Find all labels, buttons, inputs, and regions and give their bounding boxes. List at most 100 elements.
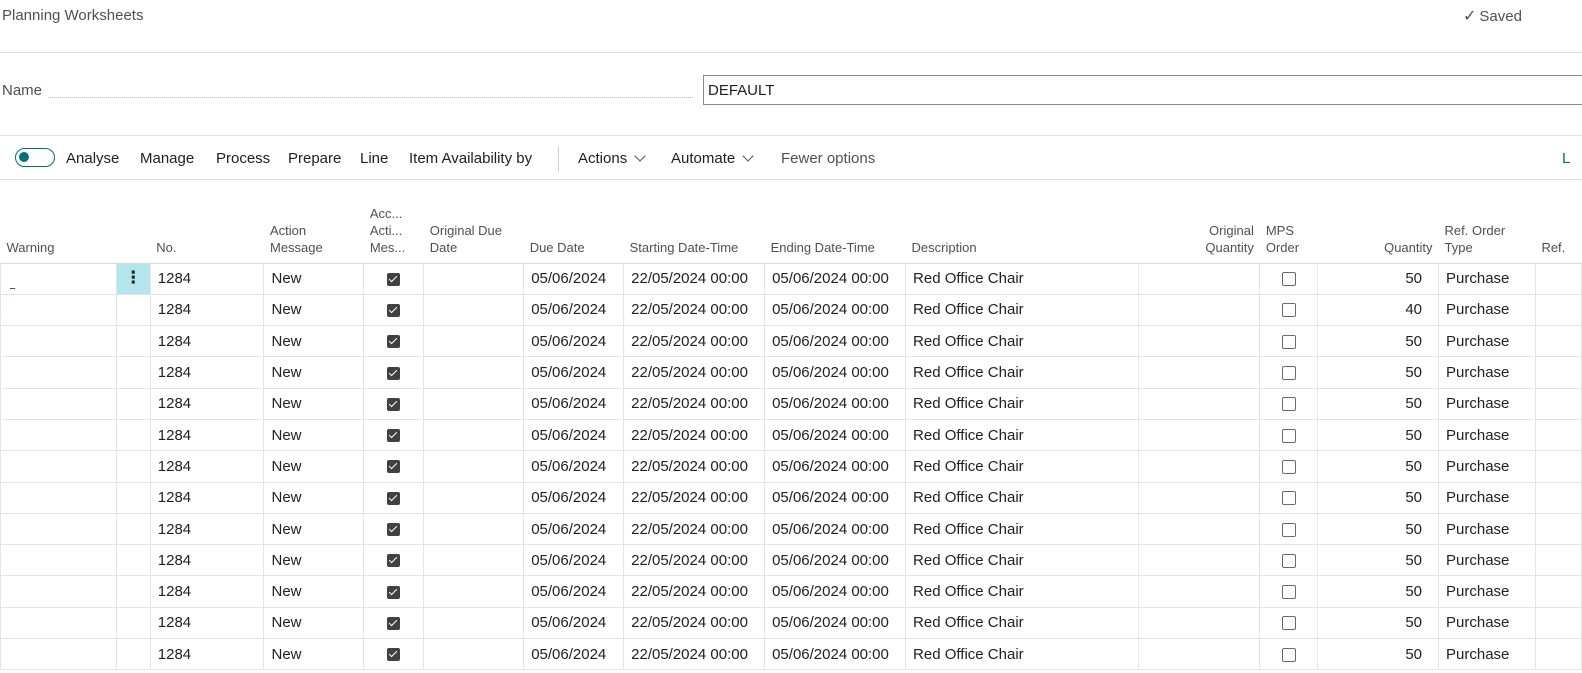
cell-original-due-date[interactable] bbox=[423, 450, 525, 483]
cell-starting-date-time[interactable]: 22/05/2024 00:00 bbox=[623, 388, 766, 420]
prepare-menu[interactable]: Prepare bbox=[288, 150, 341, 167]
cell-ref-order-no[interactable] bbox=[1535, 450, 1582, 483]
cell-no[interactable]: 1284 bbox=[150, 388, 265, 420]
cell-description[interactable]: Red Office Chair bbox=[905, 544, 1139, 577]
cell-quantity[interactable]: 50 bbox=[1317, 482, 1440, 514]
cell-mps-order[interactable] bbox=[1259, 450, 1319, 483]
cell-original-due-date[interactable] bbox=[423, 356, 525, 389]
actions-menu[interactable]: Actions bbox=[578, 150, 646, 167]
cell-description[interactable]: Red Office Chair bbox=[905, 388, 1139, 420]
cell-row-actions[interactable] bbox=[116, 575, 151, 608]
cell-warning[interactable] bbox=[0, 513, 117, 546]
cell-mps-order[interactable] bbox=[1259, 513, 1319, 546]
accept-checkbox[interactable] bbox=[387, 303, 401, 317]
cell-ref-order-type[interactable]: Purchase bbox=[1438, 294, 1536, 327]
mps-order-checkbox[interactable] bbox=[1281, 522, 1296, 537]
cell-starting-date-time[interactable]: 22/05/2024 00:00 bbox=[623, 419, 766, 452]
table-row[interactable]: 1284 New 05/06/2024 22/05/2024 00:00 05/06/2… bbox=[0, 325, 1582, 358]
cell-ref-order-no[interactable] bbox=[1535, 544, 1582, 577]
item-availability-menu[interactable]: Item Availability by bbox=[409, 150, 532, 167]
cell-ending-date-time[interactable]: 05/06/2024 00:00 bbox=[764, 263, 907, 295]
cell-mps-order[interactable] bbox=[1259, 388, 1319, 420]
cell-no[interactable]: 1284 bbox=[150, 575, 265, 608]
cell-action-message[interactable]: New bbox=[263, 419, 365, 452]
cell-original-quantity[interactable] bbox=[1138, 325, 1261, 358]
accept-checkbox[interactable] bbox=[387, 491, 401, 505]
table-row[interactable]: 1284 New 05/06/2024 22/05/2024 00:00 05/06/2… bbox=[0, 388, 1582, 420]
analyse-button[interactable]: Analyse bbox=[66, 150, 119, 167]
cell-mps-order[interactable] bbox=[1259, 294, 1319, 327]
cell-description[interactable]: Red Office Chair bbox=[905, 419, 1139, 452]
cell-mps-order[interactable] bbox=[1259, 575, 1319, 608]
cell-ref-order-type[interactable]: Purchase bbox=[1438, 575, 1536, 608]
fewer-options-button[interactable]: Fewer options bbox=[781, 150, 875, 167]
cell-original-due-date[interactable] bbox=[423, 294, 525, 327]
warning-indicator[interactable] bbox=[10, 288, 15, 290]
cell-ending-date-time[interactable]: 05/06/2024 00:00 bbox=[764, 544, 907, 577]
cell-ref-order-no[interactable] bbox=[1535, 482, 1582, 514]
cell-quantity[interactable]: 50 bbox=[1317, 575, 1440, 608]
cell-quantity[interactable]: 50 bbox=[1317, 638, 1440, 671]
cell-ending-date-time[interactable]: 05/06/2024 00:00 bbox=[764, 294, 907, 327]
cell-action-message[interactable]: New bbox=[263, 294, 365, 327]
cell-due-date[interactable]: 05/06/2024 bbox=[523, 482, 625, 514]
cell-original-quantity[interactable] bbox=[1138, 544, 1261, 577]
cell-no[interactable]: 1284 bbox=[150, 513, 265, 546]
mps-order-checkbox[interactable] bbox=[1281, 647, 1296, 662]
table-row[interactable]: 1284 New 05/06/2024 22/05/2024 00:00 05/06/2… bbox=[0, 419, 1582, 452]
cell-row-actions[interactable] bbox=[116, 356, 151, 389]
cell-action-message[interactable]: New bbox=[263, 638, 365, 671]
cell-due-date[interactable]: 05/06/2024 bbox=[523, 544, 625, 577]
cell-ref-order-no[interactable] bbox=[1535, 356, 1582, 389]
accept-checkbox[interactable] bbox=[387, 397, 401, 411]
col-action-message[interactable]: Action Message bbox=[263, 198, 364, 264]
cell-row-actions[interactable] bbox=[116, 325, 151, 358]
accept-checkbox[interactable] bbox=[387, 585, 401, 599]
toolbar-overflow-text[interactable]: L bbox=[1562, 150, 1570, 167]
cell-warning[interactable] bbox=[0, 450, 117, 483]
table-row[interactable]: 1284 New 05/06/2024 22/05/2024 00:00 05/06/2… bbox=[0, 450, 1582, 483]
cell-due-date[interactable]: 05/06/2024 bbox=[523, 450, 625, 483]
cell-quantity[interactable]: 50 bbox=[1317, 544, 1440, 577]
cell-starting-date-time[interactable]: 22/05/2024 00:00 bbox=[623, 638, 766, 671]
cell-ref-order-type[interactable]: Purchase bbox=[1438, 450, 1536, 483]
cell-no[interactable]: 1284 bbox=[150, 325, 265, 358]
cell-no[interactable]: 1284 bbox=[150, 294, 265, 327]
col-ending-date-time[interactable]: Ending Date-Time bbox=[764, 198, 906, 264]
cell-original-due-date[interactable] bbox=[423, 325, 525, 358]
mps-order-checkbox[interactable] bbox=[1281, 585, 1296, 600]
cell-ref-order-type[interactable]: Purchase bbox=[1438, 263, 1536, 295]
cell-ending-date-time[interactable]: 05/06/2024 00:00 bbox=[764, 638, 907, 671]
cell-row-actions[interactable] bbox=[116, 638, 151, 671]
col-original-quantity[interactable]: Original Quantity bbox=[1138, 198, 1260, 264]
cell-original-quantity[interactable] bbox=[1138, 607, 1261, 640]
cell-action-message[interactable]: New bbox=[263, 482, 365, 514]
cell-accept-action-message[interactable] bbox=[363, 575, 425, 608]
cell-quantity[interactable]: 50 bbox=[1317, 356, 1440, 389]
accept-checkbox[interactable] bbox=[387, 523, 401, 537]
table-row[interactable]: 1284 New 05/06/2024 22/05/2024 00:00 05/06/2… bbox=[0, 544, 1582, 577]
cell-mps-order[interactable] bbox=[1259, 325, 1319, 358]
cell-ref-order-type[interactable]: Purchase bbox=[1438, 325, 1536, 358]
cell-description[interactable]: Red Office Chair bbox=[905, 513, 1139, 546]
mps-order-checkbox[interactable] bbox=[1281, 303, 1296, 318]
cell-ref-order-no[interactable] bbox=[1535, 263, 1582, 295]
cell-no[interactable]: 1284 bbox=[150, 450, 265, 483]
cell-no[interactable]: 1284 bbox=[150, 607, 265, 640]
cell-original-quantity[interactable] bbox=[1138, 575, 1261, 608]
accept-checkbox[interactable] bbox=[387, 460, 401, 474]
cell-ending-date-time[interactable]: 05/06/2024 00:00 bbox=[764, 450, 907, 483]
accept-checkbox[interactable] bbox=[387, 272, 401, 286]
cell-quantity[interactable]: 50 bbox=[1317, 513, 1440, 546]
cell-original-due-date[interactable] bbox=[423, 388, 525, 420]
cell-description[interactable]: Red Office Chair bbox=[905, 263, 1139, 295]
cell-mps-order[interactable] bbox=[1259, 356, 1319, 389]
cell-starting-date-time[interactable]: 22/05/2024 00:00 bbox=[623, 294, 766, 327]
cell-ref-order-no[interactable] bbox=[1535, 607, 1582, 640]
accept-checkbox[interactable] bbox=[387, 335, 401, 349]
cell-ref-order-type[interactable]: Purchase bbox=[1438, 356, 1536, 389]
cell-starting-date-time[interactable]: 22/05/2024 00:00 bbox=[623, 482, 766, 514]
col-mps-order[interactable]: MPS Order bbox=[1259, 198, 1318, 264]
col-accept-action-message[interactable]: Acc... Acti... Mes... bbox=[363, 198, 424, 264]
mps-order-checkbox[interactable] bbox=[1281, 397, 1296, 412]
